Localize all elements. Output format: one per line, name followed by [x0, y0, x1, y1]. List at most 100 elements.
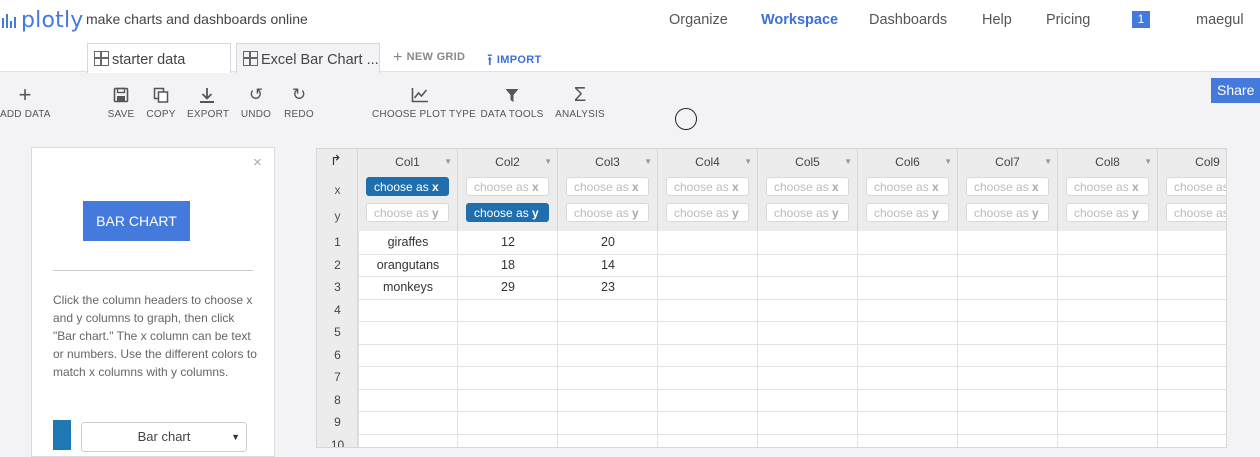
panel-divider: [53, 270, 253, 271]
save-button[interactable]: SAVE: [106, 84, 136, 120]
bar-chart-button[interactable]: BAR CHART: [83, 201, 190, 241]
caret-down-icon[interactable]: ▼: [944, 157, 952, 166]
table-cell[interactable]: 23: [558, 280, 658, 294]
table-cell[interactable]: 29: [458, 280, 558, 294]
table-cell[interactable]: 18: [458, 258, 558, 272]
chip-axis: y: [1032, 206, 1039, 220]
export-button[interactable]: EXPORT: [187, 84, 230, 120]
row-divider: [358, 388, 1226, 390]
data-tools-button[interactable]: DATA TOOLS: [480, 84, 544, 120]
add-data-button[interactable]: + ADD DATA: [0, 82, 50, 120]
plotly-logo[interactable]: plotly: [2, 8, 84, 33]
chip-axis: y: [1132, 206, 1139, 220]
table-cell[interactable]: orangutans: [358, 258, 458, 272]
choose-as-y-chip[interactable]: choose as y: [966, 203, 1049, 222]
choose-as-y-chip[interactable]: choose as y: [666, 203, 749, 222]
table-cell[interactable]: giraffes: [358, 235, 458, 249]
logo-bars-icon: [2, 13, 16, 28]
chip-label: choose as: [1174, 180, 1227, 194]
column-header[interactable]: Col1 ▼ choose as x choose as y: [358, 149, 458, 231]
caret-down-icon[interactable]: ▼: [1144, 157, 1152, 166]
table-cell[interactable]: 20: [558, 235, 658, 249]
row-divider: [358, 343, 1226, 345]
column-header[interactable]: Col6 ▼ choose as x choose as y: [858, 149, 958, 231]
sigma-icon: Σ: [573, 83, 587, 106]
choose-as-x-chip[interactable]: choose as x: [1066, 177, 1149, 196]
redo-label: REDO: [284, 109, 314, 120]
choose-plot-type-button[interactable]: CHOOSE PLOT TYPE: [372, 84, 476, 120]
new-grid-button[interactable]: + NEW GRID: [393, 49, 465, 67]
choose-as-x-chip[interactable]: choose as x: [966, 177, 1049, 196]
nav-workspace[interactable]: Workspace: [761, 12, 838, 28]
chip-axis: y: [732, 206, 739, 220]
column-divider: [957, 231, 958, 447]
choose-as-x-chip[interactable]: choose as x: [1166, 177, 1227, 196]
choose-as-x-chip[interactable]: choose as x: [866, 177, 949, 196]
nav-help[interactable]: Help: [982, 12, 1012, 28]
grid-tab-starter-data[interactable]: starter data: [87, 43, 231, 73]
export-label: EXPORT: [187, 109, 230, 120]
trace-color-swatch[interactable]: [53, 420, 71, 450]
import-button[interactable]: ⭱ IMPORT: [487, 49, 541, 76]
choose-as-x-chip[interactable]: choose as x: [666, 177, 749, 196]
choose-as-y-chip[interactable]: choose as y: [466, 203, 549, 222]
choose-as-y-chip[interactable]: choose as y: [366, 203, 449, 222]
analysis-button[interactable]: Σ ANALYSIS: [555, 83, 605, 121]
chip-label: choose as: [874, 206, 929, 220]
caret-down-icon[interactable]: ▼: [644, 157, 652, 166]
table-cell[interactable]: 14: [558, 258, 658, 272]
chip-label: choose as: [674, 206, 729, 220]
grid-tab-excel-bar-chart[interactable]: Excel Bar Chart ...: [236, 43, 380, 73]
panel-help-text: Click the column headers to choose x and…: [53, 293, 257, 379]
choose-as-y-chip[interactable]: choose as y: [566, 203, 649, 222]
chip-label: choose as: [774, 180, 829, 194]
close-icon[interactable]: ×: [253, 154, 262, 171]
column-header[interactable]: Col4 ▼ choose as x choose as y: [658, 149, 758, 231]
choose-as-y-chip[interactable]: choose as y: [866, 203, 949, 222]
caret-down-icon[interactable]: ▼: [544, 157, 552, 166]
new-grid-label: NEW GRID: [406, 51, 466, 63]
choose-as-y-chip[interactable]: choose as y: [766, 203, 849, 222]
column-header[interactable]: Col2 ▼ choose as x choose as y: [458, 149, 558, 231]
caret-down-icon[interactable]: ▼: [744, 157, 752, 166]
choose-as-y-chip[interactable]: choose as y: [1166, 203, 1226, 222]
nav-pricing[interactable]: Pricing: [1046, 12, 1090, 28]
column-header[interactable]: Col3 ▼ choose as x choose as y: [558, 149, 658, 231]
user-menu[interactable]: maegul: [1196, 12, 1244, 28]
choose-as-x-chip[interactable]: choose as x: [366, 177, 449, 196]
line-chart-icon: [372, 84, 468, 106]
chart-type-panel: × BAR CHART Click the column headers to …: [31, 147, 275, 457]
chip-axis: x: [1132, 180, 1139, 194]
chip-axis: y: [632, 206, 639, 220]
choose-as-x-chip[interactable]: choose as x: [466, 177, 549, 196]
row-number: 5: [334, 325, 341, 339]
chip-axis: y: [432, 206, 439, 220]
transpose-icon[interactable]: ↱: [330, 152, 342, 169]
column-header[interactable]: Col9▼choose as xchoose as y: [1158, 149, 1227, 231]
column-header[interactable]: Col7 ▼ choose as x choose as y: [958, 149, 1058, 231]
column-header[interactable]: Col8 ▼ choose as x choose as y: [1058, 149, 1158, 231]
nav-organize[interactable]: Organize: [669, 12, 728, 28]
table-cell[interactable]: 12: [458, 235, 558, 249]
choose-as-x-chip[interactable]: choose as x: [766, 177, 849, 196]
column-header[interactable]: Col5 ▼ choose as x choose as y: [758, 149, 858, 231]
copy-button[interactable]: COPY: [146, 84, 176, 120]
chip-label: choose as: [374, 180, 429, 194]
choose-as-x-chip[interactable]: choose as x: [566, 177, 649, 196]
nav-dashboards[interactable]: Dashboards: [869, 12, 947, 28]
chart-type-select[interactable]: Bar chart ▼: [81, 422, 247, 452]
share-button[interactable]: Share: [1211, 78, 1260, 103]
notification-badge[interactable]: 1: [1132, 11, 1150, 28]
row-divider: [358, 366, 1226, 367]
caret-down-icon[interactable]: ▼: [1044, 157, 1052, 166]
choose-plot-type-label: CHOOSE PLOT TYPE: [372, 109, 476, 120]
chip-label: choose as: [574, 206, 629, 220]
undo-button[interactable]: ↺ UNDO: [240, 84, 272, 120]
caret-down-icon[interactable]: ▼: [444, 157, 452, 166]
choose-as-y-chip[interactable]: choose as y: [1066, 203, 1149, 222]
caret-down-icon[interactable]: ▼: [844, 157, 852, 166]
chip-label: choose as: [674, 180, 729, 194]
redo-button[interactable]: ↻ REDO: [284, 84, 314, 120]
table-cell[interactable]: monkeys: [358, 280, 458, 294]
chip-axis: y: [532, 206, 539, 220]
